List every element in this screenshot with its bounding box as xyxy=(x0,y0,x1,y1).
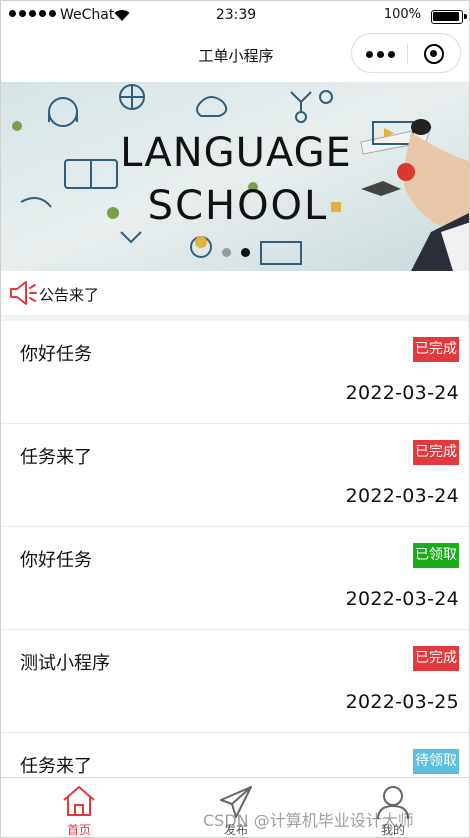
notice-text: 公告来了 xyxy=(39,286,100,304)
tab-home[interactable]: 首页 xyxy=(19,778,139,837)
more-menu-icon[interactable] xyxy=(366,51,395,58)
task-status-badge: 已完成 xyxy=(413,646,459,671)
task-status-badge: 已完成 xyxy=(413,337,459,362)
task-item[interactable]: 任务来了 已完成 2022-03-24 xyxy=(1,424,469,527)
mini-program-capsule xyxy=(351,33,461,73)
banner-headline-line-1: LANGUAGE xyxy=(120,130,352,176)
task-title: 任务来了 xyxy=(20,447,92,468)
task-list: 你好任务 已完成 2022-03-24 任务来了 已完成 2022-03-24 … xyxy=(1,321,469,836)
task-date: 2022-03-25 xyxy=(345,691,459,713)
banner-image: LANGUAGE SCHOOL xyxy=(1,82,469,271)
banner-carousel[interactable]: LANGUAGE SCHOOL xyxy=(1,82,469,271)
task-item[interactable]: 你好任务 已领取 2022-03-24 xyxy=(1,527,469,630)
carousel-indicator-1[interactable] xyxy=(222,248,231,257)
battery-icon xyxy=(431,10,467,24)
notice-bar[interactable]: 公告来了 xyxy=(1,271,469,315)
carousel-indicator-2[interactable] xyxy=(241,248,250,257)
speaker-icon xyxy=(10,281,37,305)
task-item[interactable]: 你好任务 已完成 2022-03-24 xyxy=(1,321,469,424)
task-item[interactable]: 测试小程序 已完成 2022-03-25 xyxy=(1,630,469,733)
home-icon xyxy=(63,786,95,816)
task-date: 2022-03-24 xyxy=(345,588,459,610)
task-status-badge: 已完成 xyxy=(413,440,459,465)
banner-headline-line-2: SCHOOL xyxy=(148,183,329,229)
tab-home-label: 首页 xyxy=(66,823,91,837)
task-status-badge: 待领取 xyxy=(413,749,459,774)
close-mini-program-icon[interactable] xyxy=(424,44,444,64)
task-date: 2022-03-24 xyxy=(345,485,459,507)
task-title: 测试小程序 xyxy=(20,653,110,674)
phone-screen: WeChat 23:39 100% 工单小程序 LANGUAGE SCHOOL … xyxy=(0,0,470,838)
task-date: 2022-03-24 xyxy=(345,382,459,404)
navigation-bar: 工单小程序 xyxy=(1,33,469,81)
battery-percentage: 100% xyxy=(383,7,421,22)
task-title: 任务来了 xyxy=(20,756,92,777)
task-title: 你好任务 xyxy=(20,550,92,571)
capsule-divider xyxy=(407,44,408,64)
task-title: 你好任务 xyxy=(20,344,92,365)
watermark: CSDN @计算机毕业设计大师 xyxy=(203,811,414,830)
status-bar: WeChat 23:39 100% xyxy=(1,1,469,33)
task-status-badge: 已领取 xyxy=(413,543,459,568)
